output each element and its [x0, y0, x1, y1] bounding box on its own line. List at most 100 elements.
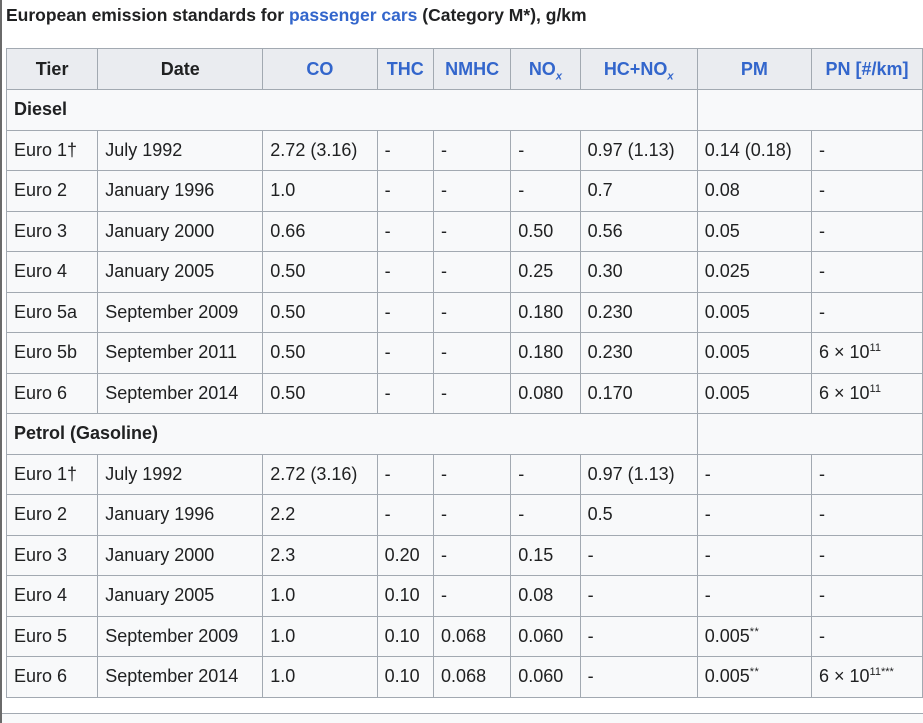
- cell-pm: 0.005**: [696, 656, 812, 698]
- cell-pn: -: [810, 251, 923, 293]
- table-row: Euro 2 January 1996 2.2- - -0.5- -: [5, 494, 923, 536]
- cell-co: 0.66: [262, 210, 378, 252]
- table-row: Euro 2 January 1996 1.0- - -0.7 0.08-: [5, 170, 923, 212]
- cell-date: September 2009: [97, 291, 264, 333]
- cell-date: September 2014: [97, 372, 264, 414]
- cell-date: September 2011: [97, 332, 264, 374]
- cell-nox: 0.060: [510, 656, 581, 698]
- cell-pn: -: [810, 210, 923, 252]
- cell-co: 2.72 (3.16): [262, 453, 378, 495]
- table-body: Diesel Euro 1† July 1992 2.72 (3.16) - - -0.9…: [5, 89, 923, 698]
- col-header-pm[interactable]: PM: [696, 48, 812, 90]
- cell-tier: Euro 5a: [5, 291, 99, 333]
- cell-nox: 0.180: [510, 291, 581, 333]
- cell-pm: 0.025: [696, 251, 812, 293]
- cell-nmhc: 0.068: [433, 615, 512, 657]
- pn-exponent: 11: [869, 342, 881, 355]
- pm-value: 0.005: [704, 625, 750, 646]
- cell-tier: Euro 4: [5, 251, 99, 293]
- table-caption: European emission standards for passenge…: [6, 2, 587, 28]
- cell-nmhc: 0.068: [433, 656, 512, 698]
- cell-thc: 0.20: [376, 534, 435, 576]
- cell-hcnox: 0.170: [579, 372, 698, 414]
- cell-pn: -: [810, 291, 923, 333]
- col-header-nox-sub: x: [555, 70, 562, 83]
- col-header-co[interactable]: CO: [262, 48, 378, 90]
- col-header-pn-label: PN [#/km]: [825, 58, 909, 79]
- cell-hcnox: -: [579, 575, 698, 617]
- pm-value: 0.005: [704, 666, 750, 687]
- cell-co: 0.50: [262, 251, 378, 293]
- cell-pm: 0.005**: [696, 615, 812, 657]
- table-row: Euro 6 September 2014 1.0 0.10 0.068 0.060-0.…: [5, 656, 923, 698]
- passenger-cars-link[interactable]: passenger cars: [289, 5, 417, 25]
- cell-date: July 1992: [97, 453, 264, 495]
- col-header-thc[interactable]: THC: [376, 48, 435, 90]
- table-row: Euro 5 September 2009 1.0 0.10 0.068 0.060-0.…: [5, 615, 923, 657]
- table-footer-edge: [2, 713, 923, 723]
- cell-pm: 0.005: [696, 372, 812, 414]
- cell-nmhc: -: [433, 372, 512, 414]
- group-row-petrol-filler: [696, 413, 923, 455]
- cell-nox: 0.50: [510, 210, 581, 252]
- cell-pn: -: [810, 615, 923, 657]
- cell-nox: 0.180: [510, 332, 581, 374]
- cell-nox: 0.25: [510, 251, 581, 293]
- cell-co: 1.0: [262, 615, 378, 657]
- cell-nox: -: [510, 170, 581, 212]
- cell-thc: -: [376, 170, 435, 212]
- cell-tier: Euro 6: [5, 656, 99, 698]
- cell-nmhc: -: [433, 494, 512, 536]
- cell-hcnox: 0.230: [579, 291, 698, 333]
- table-row: Euro 3 January 2000 2.3 0.20-0.15- - -: [5, 534, 923, 576]
- cell-pm: 0.08: [696, 170, 812, 212]
- cell-pm: -: [696, 453, 812, 495]
- cell-tier: Euro 1†: [5, 453, 99, 495]
- col-header-nox[interactable]: NOx: [510, 48, 581, 90]
- cell-nox: -: [510, 494, 581, 536]
- cell-nox: 0.060: [510, 615, 581, 657]
- table-row: Euro 3 January 2000 0.66- -0.50 0.56 0.05-: [5, 210, 923, 252]
- cell-date: January 2005: [97, 251, 264, 293]
- cell-pm: -: [696, 534, 812, 576]
- col-header-nmhc-label: NMHC: [445, 58, 500, 79]
- cell-nmhc: -: [433, 170, 512, 212]
- table-row: Euro 4 January 2005 0.50- -0.25 0.30 0.025-: [5, 251, 923, 293]
- col-header-nox-label: NO: [528, 58, 556, 79]
- cell-co: 0.50: [262, 372, 378, 414]
- cell-pn: -: [810, 453, 923, 495]
- cell-thc: -: [376, 332, 435, 374]
- cell-date: January 1996: [97, 170, 264, 212]
- cell-thc: 0.10: [376, 575, 435, 617]
- cell-tier: Euro 5b: [5, 332, 99, 374]
- cell-nmhc: -: [433, 534, 512, 576]
- cell-tier: Euro 4: [5, 575, 99, 617]
- cell-pn: -: [810, 129, 923, 171]
- pn-base: 6 × 10: [818, 382, 870, 403]
- cell-thc: -: [376, 251, 435, 293]
- col-header-nmhc[interactable]: NMHC: [433, 48, 512, 90]
- caption-prefix: European emission standards for: [6, 5, 289, 25]
- cell-hcnox: -: [579, 656, 698, 698]
- pn-exponent: 11***: [869, 666, 894, 679]
- group-row-diesel-filler: [696, 89, 923, 131]
- cell-co: 1.0: [262, 575, 378, 617]
- cell-co: 1.0: [262, 656, 378, 698]
- page: European emission standards for passenge…: [0, 0, 923, 723]
- cell-thc: -: [376, 210, 435, 252]
- cell-thc: -: [376, 453, 435, 495]
- cell-thc: -: [376, 372, 435, 414]
- col-header-pn[interactable]: PN [#/km]: [810, 48, 923, 90]
- cell-nox: -: [510, 453, 581, 495]
- cell-nmhc: -: [433, 453, 512, 495]
- col-header-hcnox[interactable]: HC+NOx: [579, 48, 698, 90]
- cell-tier: Euro 6: [5, 372, 99, 414]
- table-row: Euro 5b September 2011 0.50- -0.180 0.230 0.0…: [5, 332, 923, 374]
- header-row: Tier Date CO THC NMHC NOx HC+NOx PM PN […: [5, 48, 923, 90]
- col-header-tier: Tier: [5, 48, 99, 90]
- cell-nmhc: -: [433, 575, 512, 617]
- cell-hcnox: 0.56: [579, 210, 698, 252]
- cell-co: 0.50: [262, 332, 378, 374]
- cell-nox: 0.080: [510, 372, 581, 414]
- cell-thc: 0.10: [376, 615, 435, 657]
